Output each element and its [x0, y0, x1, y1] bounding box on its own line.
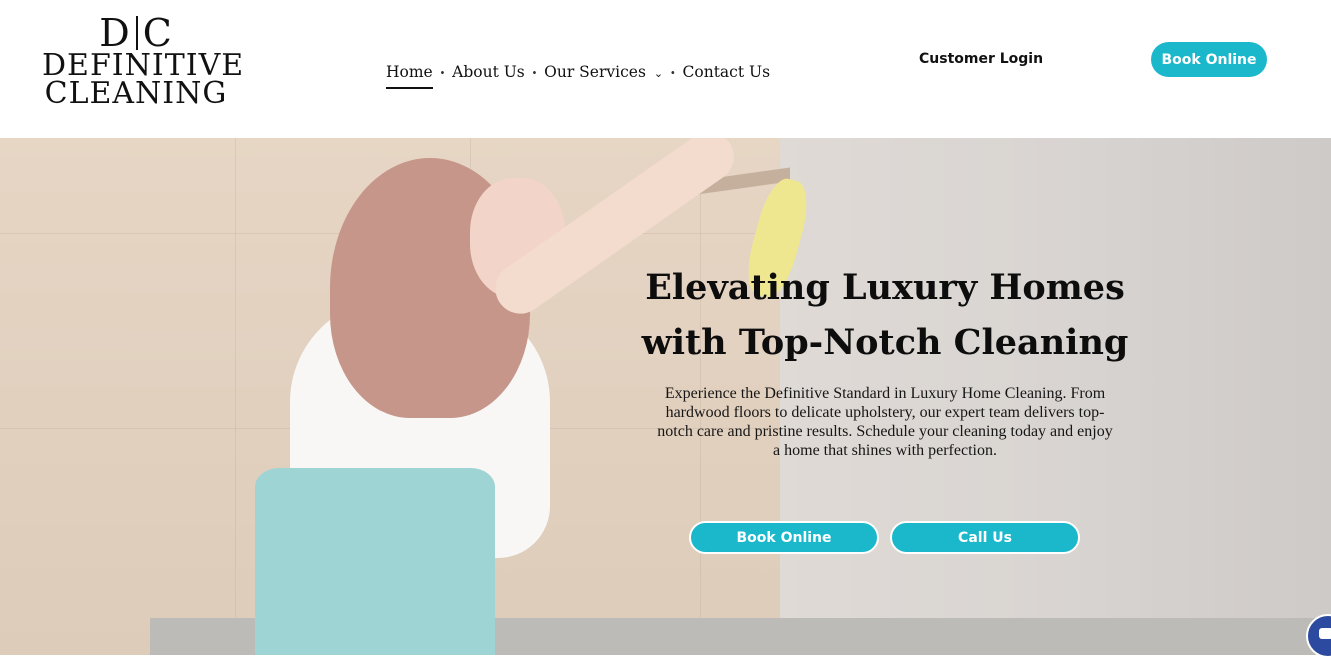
nav-item-contact[interactable]: Contact Us [683, 63, 771, 81]
hero-title-line-1: Elevating Luxury Homes [645, 267, 1125, 308]
nav-item-about[interactable]: About Us [452, 63, 525, 81]
nav-separator: · [439, 62, 446, 82]
nav-item-services-label: Our Services [544, 63, 646, 81]
nav-item-services[interactable]: Our Services ⌄ [544, 63, 663, 81]
logo-line-2: CLEANING [44, 76, 228, 111]
customer-login-link[interactable]: Customer Login [919, 51, 1043, 67]
book-online-header-button[interactable]: Book Online [1151, 42, 1267, 77]
logo-divider [135, 16, 138, 50]
chevron-down-icon: ⌄ [653, 67, 664, 80]
call-us-button[interactable]: Call Us [890, 521, 1080, 554]
book-online-hero-button[interactable]: Book Online [689, 521, 879, 554]
hero-title-line-2: with Top-Notch Cleaning [641, 322, 1129, 363]
nav-separator: · [531, 62, 538, 82]
logo[interactable]: DC DEFINITIVE CLEANING [42, 14, 243, 111]
nav-item-home[interactable]: Home [386, 63, 433, 89]
hero-description: Experience the Definitive Standard in Lu… [657, 385, 1113, 459]
hero-title: Elevating Luxury Homes with Top-Notch Cl… [620, 260, 1150, 370]
main-nav: Home · About Us · Our Services ⌄ · Contac… [386, 55, 770, 89]
logo-monogram: DC [42, 14, 230, 52]
hero-section: Elevating Luxury Homes with Top-Notch Cl… [0, 138, 1331, 655]
chat-bubble-shape [1319, 628, 1331, 639]
site-header: DC DEFINITIVE CLEANING Home · About Us ·… [0, 0, 1331, 138]
nav-separator: · [670, 62, 676, 82]
